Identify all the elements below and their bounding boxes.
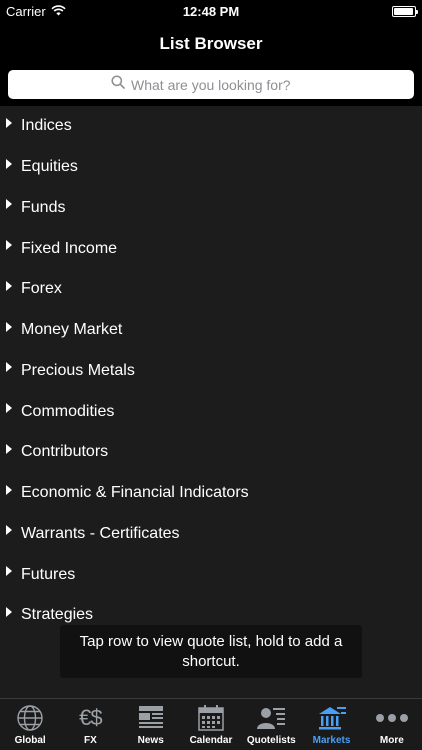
search-bar — [0, 66, 422, 106]
tab-markets[interactable]: Markets — [301, 699, 361, 750]
hint-toast: Tap row to view quote list, hold to add … — [60, 625, 362, 678]
fx-icon: €$ — [79, 703, 103, 733]
battery-fill — [394, 7, 413, 15]
list-item-label: Precious Metals — [21, 361, 135, 379]
list-item-futures[interactable]: Futures — [0, 554, 422, 595]
disclosure-arrow-icon — [6, 443, 12, 454]
disclosure-arrow-icon — [6, 280, 12, 291]
category-list: Indices Equities Funds Fixed Income Fore… — [0, 106, 422, 698]
markets-icon — [317, 703, 347, 733]
tab-label: More — [379, 735, 404, 746]
globe-icon — [16, 703, 44, 733]
tab-label: Quotelists — [246, 735, 296, 746]
nav-bar: List Browser — [0, 22, 422, 66]
disclosure-arrow-icon — [6, 606, 12, 617]
page-title: List Browser — [159, 34, 263, 53]
disclosure-arrow-icon — [6, 525, 12, 536]
disclosure-arrow-icon — [6, 199, 12, 210]
disclosure-arrow-icon — [6, 484, 12, 495]
list-item-fixed-income[interactable]: Fixed Income — [0, 228, 422, 269]
disclosure-arrow-icon — [6, 117, 12, 128]
battery-icon — [392, 5, 418, 17]
list-item-funds[interactable]: Funds — [0, 188, 422, 229]
list-item-equities[interactable]: Equities — [0, 147, 422, 188]
list-item-economic-indicators[interactable]: Economic & Financial Indicators — [0, 473, 422, 514]
disclosure-arrow-icon — [6, 403, 12, 414]
search-icon — [111, 75, 125, 94]
tab-global[interactable]: Global — [0, 699, 60, 750]
status-left: Carrier — [6, 4, 66, 19]
wifi-icon — [51, 4, 66, 19]
list-item-money-market[interactable]: Money Market — [0, 310, 422, 351]
calendar-icon — [197, 703, 225, 733]
list-item-contributors[interactable]: Contributors — [0, 432, 422, 473]
list-item-label: Economic & Financial Indicators — [21, 484, 249, 502]
tab-more[interactable]: More — [362, 699, 422, 750]
list-item-label: Contributors — [21, 443, 109, 461]
news-icon — [138, 703, 164, 733]
tab-label: Global — [14, 735, 46, 746]
list-item-label: Funds — [21, 198, 66, 216]
list-item-label: Commodities — [21, 402, 115, 420]
tab-calendar[interactable]: Calendar — [181, 699, 241, 750]
tab-bar: Global €$ FX News Calendar Quotelists Ma… — [0, 698, 422, 750]
list-item-commodities[interactable]: Commodities — [0, 391, 422, 432]
hint-toast-text: Tap row to view quote list, hold to add … — [79, 632, 343, 670]
status-right — [392, 5, 418, 17]
disclosure-arrow-icon — [6, 321, 12, 332]
disclosure-arrow-icon — [6, 158, 12, 169]
more-icon — [375, 703, 408, 733]
list-item-precious-metals[interactable]: Precious Metals — [0, 351, 422, 392]
tab-news[interactable]: News — [121, 699, 181, 750]
disclosure-arrow-icon — [6, 240, 12, 251]
list-item-label: Futures — [21, 565, 76, 583]
search-box[interactable] — [8, 70, 414, 99]
list-item-label: Indices — [21, 117, 72, 135]
disclosure-arrow-icon — [6, 362, 12, 373]
list-item-label: Strategies — [21, 606, 94, 624]
list-item-label: Money Market — [21, 321, 123, 339]
quotelists-icon — [256, 703, 286, 733]
tab-label: News — [137, 735, 164, 746]
tab-label: Markets — [312, 735, 351, 746]
search-input[interactable] — [131, 76, 311, 93]
tab-label: FX — [84, 735, 97, 746]
tab-quotelists[interactable]: Quotelists — [241, 699, 301, 750]
list-item-label: Warrants - Certificates — [21, 524, 180, 542]
tab-fx[interactable]: €$ FX — [60, 699, 120, 750]
list-item-indices[interactable]: Indices — [0, 106, 422, 147]
fx-glyph: €$ — [79, 705, 103, 730]
list-item-label: Forex — [21, 280, 62, 298]
list-item-label: Equities — [21, 158, 78, 176]
list-item-warrants-certificates[interactable]: Warrants - Certificates — [0, 514, 422, 555]
status-bar: Carrier 12:48 PM — [0, 0, 422, 22]
tab-label: Calendar — [189, 735, 233, 746]
disclosure-arrow-icon — [6, 566, 12, 577]
list-item-label: Fixed Income — [21, 239, 118, 257]
carrier-label: Carrier — [6, 3, 46, 19]
list-item-forex[interactable]: Forex — [0, 269, 422, 310]
